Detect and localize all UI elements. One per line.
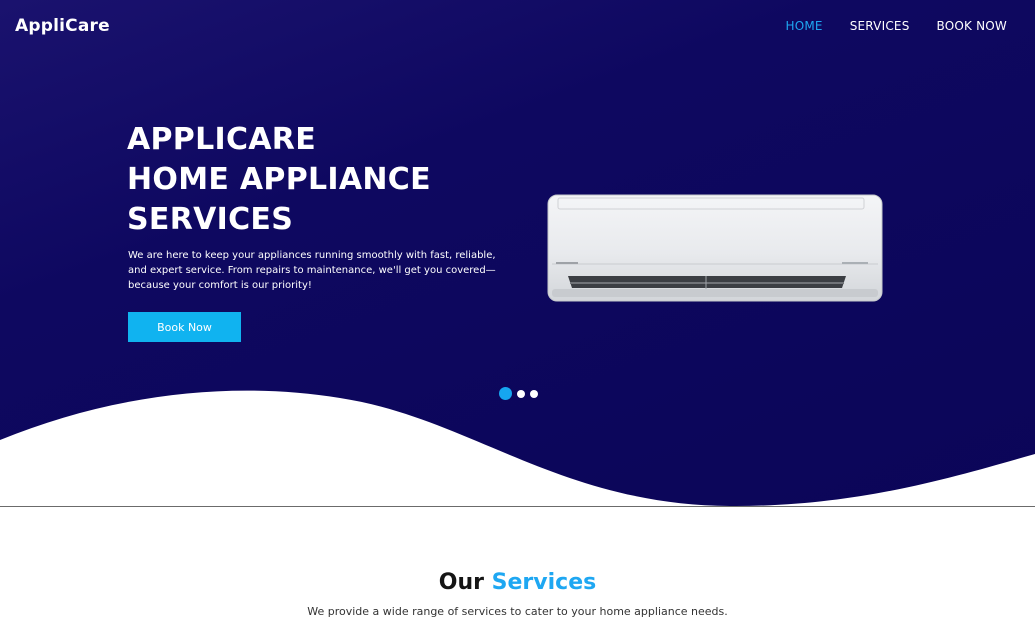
hero-description: We are here to keep your appliances runn… [128, 250, 496, 291]
hero-title-line-3: SERVICES [127, 202, 294, 237]
section-divider [0, 506, 1035, 507]
slider-dot-1[interactable] [499, 387, 512, 400]
services-heading-accent: Services [491, 570, 597, 595]
services-heading-part1: Our [438, 570, 484, 595]
services-heading: Our Services [0, 570, 1035, 595]
brand-logo[interactable]: AppliCare [15, 16, 110, 36]
slider-dots [499, 387, 538, 400]
air-conditioner-image [547, 194, 883, 302]
slider-dot-3[interactable] [530, 389, 538, 398]
book-now-button[interactable]: Book Now [128, 312, 241, 342]
hero-section: AppliCare HOME SERVICES BOOK NOW APPLICA… [0, 0, 1035, 507]
slider-dot-2[interactable] [517, 389, 525, 398]
hero-title-line-1: APPLICARE [127, 122, 316, 157]
nav-link-book-now[interactable]: BOOK NOW [937, 19, 1007, 33]
services-subtitle: We provide a wide range of services to c… [307, 605, 728, 618]
hero-title: APPLICARE HOME APPLIANCE SERVICES [127, 120, 431, 240]
nav-link-home[interactable]: HOME [785, 19, 822, 33]
nav-link-services[interactable]: SERVICES [850, 19, 910, 33]
hero-title-line-2: HOME APPLIANCE [127, 162, 431, 197]
main-nav: HOME SERVICES BOOK NOW [785, 19, 1007, 33]
